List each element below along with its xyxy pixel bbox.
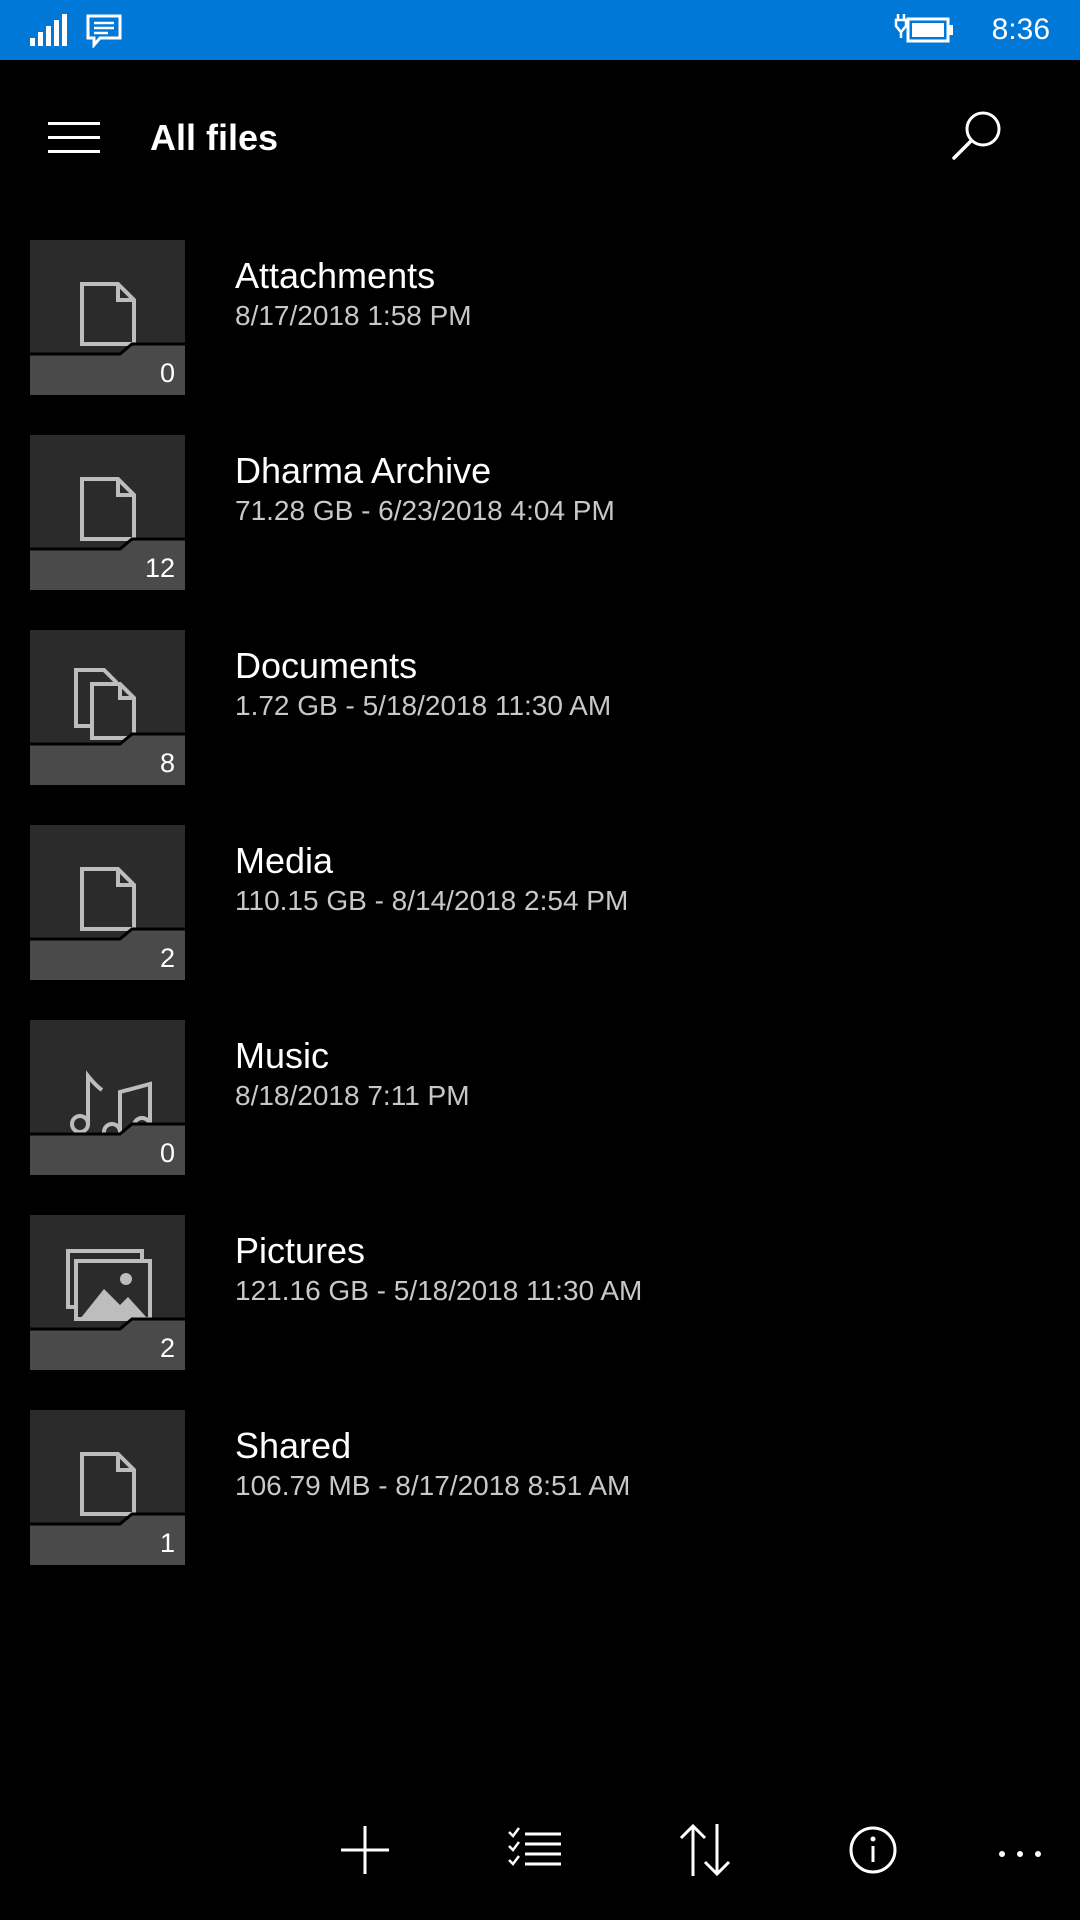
item-name: Attachments bbox=[235, 255, 436, 296]
folder-thumbnail: 8 bbox=[30, 630, 185, 785]
folder-thumbnail: 1 bbox=[30, 1410, 185, 1565]
folder-thumbnail: 0 bbox=[30, 1020, 185, 1175]
app-bar bbox=[0, 1780, 1080, 1920]
list-item[interactable]: 8 Documents 1.72 GB - 5/18/2018 11:30 AM bbox=[0, 630, 1080, 786]
item-count: 2 bbox=[159, 1333, 175, 1363]
item-count: 2 bbox=[159, 943, 175, 973]
hamburger-menu-icon[interactable] bbox=[48, 118, 102, 158]
item-count: 1 bbox=[159, 1528, 175, 1558]
search-icon[interactable] bbox=[948, 106, 1008, 166]
item-meta: 106.79 MB - 8/17/2018 8:51 AM bbox=[235, 1470, 631, 1501]
item-meta: 121.16 GB - 5/18/2018 11:30 AM bbox=[235, 1275, 643, 1306]
item-count: 8 bbox=[159, 748, 175, 778]
folder-thumbnail: 2 bbox=[30, 1215, 185, 1370]
more-icon[interactable] bbox=[990, 1820, 1050, 1880]
page-title: All files bbox=[150, 117, 279, 158]
select-icon[interactable] bbox=[505, 1820, 565, 1880]
header: All files bbox=[0, 60, 1080, 220]
list-item[interactable]: 0 Attachments 8/17/2018 1:58 PM bbox=[0, 240, 1080, 396]
list-item[interactable]: 0 Music 8/18/2018 7:11 PM bbox=[0, 1020, 1080, 1176]
sort-icon[interactable] bbox=[675, 1820, 735, 1880]
item-name: Documents bbox=[235, 645, 418, 686]
list-item[interactable]: 12 Dharma Archive 71.28 GB - 6/23/2018 4:0… bbox=[0, 435, 1080, 591]
status-time: 8:36 bbox=[991, 13, 1050, 46]
item-meta: 8/17/2018 1:58 PM bbox=[235, 300, 472, 331]
signal-icon bbox=[30, 14, 67, 46]
item-count: 0 bbox=[159, 1138, 175, 1168]
folder-thumbnail: 12 bbox=[30, 435, 185, 590]
item-meta: 1.72 GB - 5/18/2018 11:30 AM bbox=[235, 690, 612, 721]
item-name: Music bbox=[235, 1035, 330, 1076]
list-item[interactable]: 1 Shared 106.79 MB - 8/17/2018 8:51 AM bbox=[0, 1410, 1080, 1566]
battery-charging-icon bbox=[894, 14, 953, 43]
info-icon[interactable] bbox=[843, 1820, 903, 1880]
folder-thumbnail: 2 bbox=[30, 825, 185, 980]
item-count: 0 bbox=[159, 358, 175, 388]
status-bar: 8:36 bbox=[0, 0, 1080, 60]
folder-thumbnail: 0 bbox=[30, 240, 185, 395]
item-name: Media bbox=[235, 840, 334, 881]
item-name: Shared bbox=[235, 1425, 352, 1466]
item-count: 12 bbox=[144, 553, 175, 583]
item-meta: 110.15 GB - 8/14/2018 2:54 PM bbox=[235, 885, 629, 916]
item-name: Pictures bbox=[235, 1230, 366, 1271]
item-meta: 8/18/2018 7:11 PM bbox=[235, 1080, 470, 1111]
add-icon[interactable] bbox=[335, 1820, 395, 1880]
item-name: Dharma Archive bbox=[235, 450, 492, 491]
item-meta: 71.28 GB - 6/23/2018 4:04 PM bbox=[235, 495, 615, 526]
list-item[interactable]: 2 Pictures 121.16 GB - 5/18/2018 11:30 AM bbox=[0, 1215, 1080, 1371]
message-icon bbox=[86, 14, 122, 48]
list-item[interactable]: 2 Media 110.15 GB - 8/14/2018 2:54 PM bbox=[0, 825, 1080, 981]
